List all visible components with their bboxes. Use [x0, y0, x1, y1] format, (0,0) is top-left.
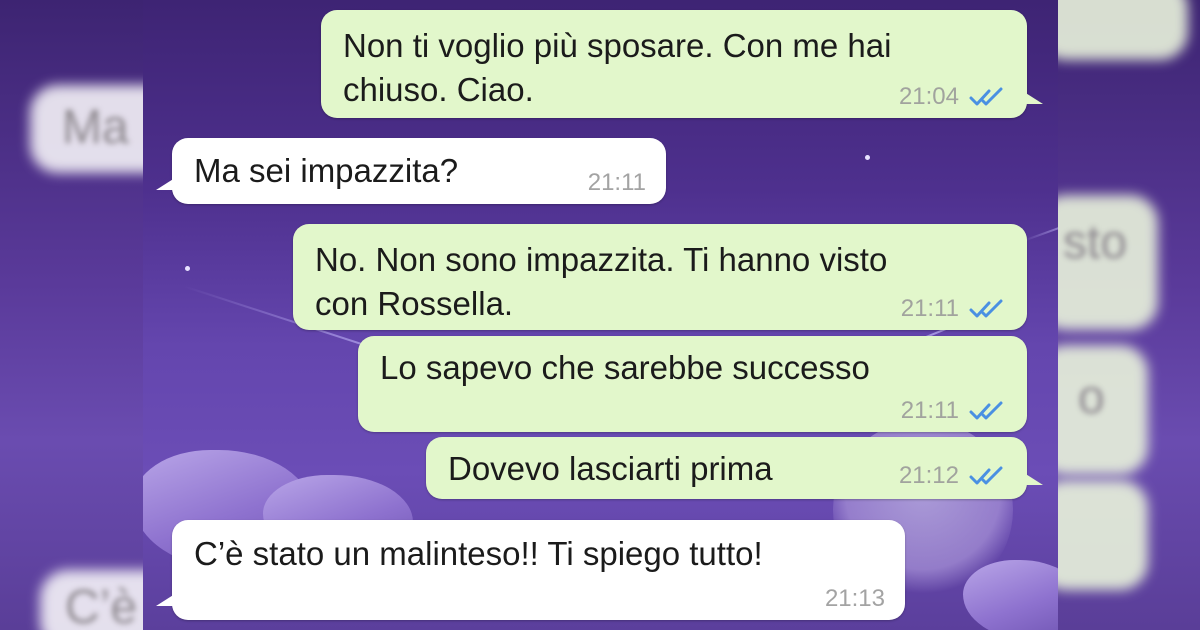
- message-bubble-outgoing[interactable]: Non ti voglio più sposare. Con me hai ch…: [321, 10, 1043, 118]
- message-text: Non ti voglio più sposare. Con me hai ch…: [343, 24, 891, 112]
- blurred-text: sto: [1063, 216, 1128, 269]
- blurred-left-panel: Ma C’è: [0, 0, 143, 630]
- bubble-tail: [1021, 471, 1043, 485]
- message-meta: 21:12: [899, 461, 1007, 491]
- blurred-right-panel: sto o: [1058, 0, 1200, 630]
- wallpaper-star: [185, 266, 190, 271]
- message-text-line: Non ti voglio più sposare. Con me hai: [343, 27, 892, 64]
- blurred-text: C’è: [65, 581, 138, 630]
- message-time: 21:11: [900, 397, 959, 424]
- double-check-icon: [969, 401, 1003, 420]
- message-text-line: Ma sei impazzita?: [194, 152, 459, 189]
- message-time: 21:11: [900, 295, 959, 322]
- message-text: Lo sapevo che sarebbe successo: [380, 346, 870, 390]
- wallpaper-crystal-rock: [963, 560, 1058, 630]
- bubble-tail: [156, 592, 178, 606]
- message-time: 21:13: [824, 585, 885, 612]
- double-check-icon: [969, 466, 1003, 485]
- message-bubble-incoming[interactable]: Ma sei impazzita? 21:11: [156, 138, 666, 204]
- blurred-bubble: [1058, 0, 1188, 60]
- message-time: 21:04: [898, 83, 959, 110]
- wallpaper-shooting-star: [1022, 219, 1058, 242]
- message-meta: 21:13: [825, 584, 885, 614]
- message-text-line: chiuso. Ciao.: [343, 71, 534, 108]
- blurred-text: o: [1078, 371, 1105, 424]
- message-text-line: Dovevo lasciarti prima: [448, 450, 773, 487]
- blurred-text: Ma: [62, 101, 129, 154]
- message-time: 21:12: [898, 462, 959, 489]
- bubble-tail: [156, 176, 178, 190]
- message-text-line: con Rossella.: [315, 285, 514, 322]
- message-text-line: C’è stato un malinteso!! Ti spiego tutto…: [194, 535, 763, 572]
- message-meta: 21:11: [901, 294, 1007, 324]
- message-bubble-incoming[interactable]: C’è stato un malinteso!! Ti spiego tutto…: [156, 520, 905, 620]
- message-text: Dovevo lasciarti prima: [448, 447, 773, 491]
- double-check-icon: [969, 87, 1003, 106]
- message-text-line: Lo sapevo che sarebbe successo: [380, 349, 870, 386]
- message-meta: 21:11: [901, 396, 1007, 426]
- blurred-bubble: [1058, 480, 1148, 590]
- bubble-tail: [1021, 90, 1043, 104]
- message-text: Ma sei impazzita?: [194, 149, 458, 193]
- wallpaper-star: [865, 155, 870, 160]
- message-time: 21:11: [587, 169, 646, 196]
- message-bubble-outgoing[interactable]: No. Non sono impazzita. Ti hanno visto c…: [293, 224, 1027, 330]
- message-text: C’è stato un malinteso!! Ti spiego tutto…: [194, 532, 763, 576]
- message-meta: 21:11: [588, 168, 646, 198]
- message-text: No. Non sono impazzita. Ti hanno visto c…: [315, 238, 887, 326]
- double-check-icon: [969, 299, 1003, 318]
- message-meta: 21:04: [899, 82, 1007, 112]
- chat-area[interactable]: Non ti voglio più sposare. Con me hai ch…: [143, 0, 1058, 630]
- message-bubble-outgoing[interactable]: Lo sapevo che sarebbe successo 21:11: [358, 336, 1027, 432]
- message-text-line: No. Non sono impazzita. Ti hanno visto: [315, 241, 888, 278]
- message-bubble-outgoing[interactable]: Dovevo lasciarti prima 21:12: [426, 437, 1043, 499]
